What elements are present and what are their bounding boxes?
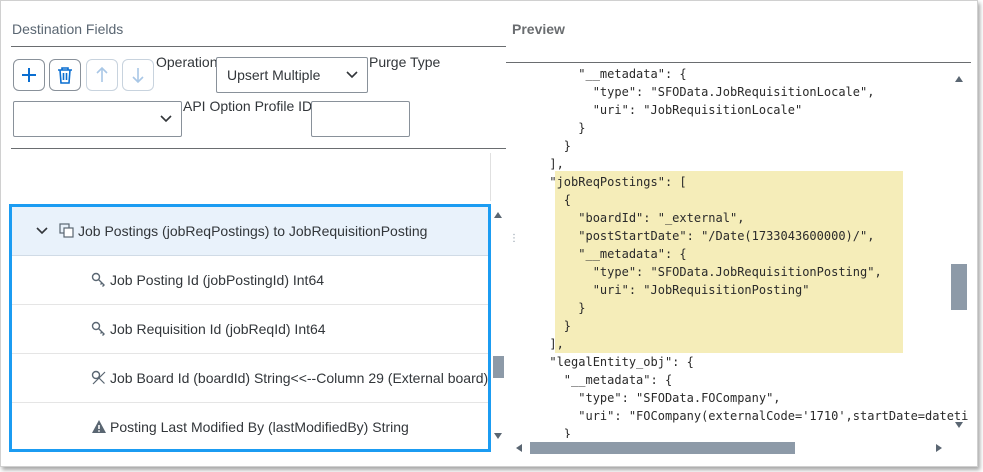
code-line: "__metadata": { bbox=[506, 67, 687, 81]
destination-fields-panel: Destination Fields Operation Upsert Mult… bbox=[1, 1, 506, 466]
purge-type-select[interactable] bbox=[13, 101, 182, 137]
api-option-profile-input[interactable] bbox=[311, 101, 410, 137]
code-line: } bbox=[506, 121, 586, 135]
warning-icon bbox=[90, 418, 108, 436]
preview-vertical-scrollbar[interactable] bbox=[951, 71, 967, 436]
delete-button[interactable] bbox=[49, 59, 81, 91]
operation-label: Operation bbox=[156, 54, 218, 70]
code-line: "type": "SFOData.JobRequisitionLocale", bbox=[506, 85, 875, 99]
scroll-left-icon[interactable] bbox=[516, 444, 522, 452]
tree-node-label: Job Postings (jobReqPostings) to JobRequ… bbox=[78, 223, 428, 239]
tree-scrollbar-thumb[interactable] bbox=[493, 356, 504, 378]
code-line: ], bbox=[506, 157, 564, 171]
tree-node-job-postings[interactable]: Job Postings (jobReqPostings) to JobRequ… bbox=[12, 207, 488, 256]
operation-value: Upsert Multiple bbox=[227, 67, 321, 83]
code-line: "legalEntity_obj": { bbox=[506, 355, 694, 369]
code-line: } bbox=[506, 319, 572, 333]
key-icon bbox=[90, 271, 108, 289]
arrow-up-icon bbox=[96, 66, 108, 82]
toolbar-divider bbox=[11, 148, 506, 149]
code-line: ], bbox=[506, 337, 564, 351]
scroll-down-icon[interactable] bbox=[955, 422, 963, 428]
scroll-right-icon[interactable] bbox=[936, 444, 942, 452]
mapped-key-icon bbox=[90, 369, 108, 387]
key-icon bbox=[90, 320, 108, 338]
column-separator bbox=[490, 153, 491, 201]
operation-select[interactable]: Upsert Multiple bbox=[216, 57, 368, 93]
preview-code: "__metadata": { "type": "SFOData.JobRequ… bbox=[506, 63, 969, 438]
tree-row-label: Posting Last Modified By (lastModifiedBy… bbox=[110, 419, 409, 435]
trash-icon bbox=[58, 67, 72, 84]
purge-type-label: Purge Type bbox=[369, 54, 441, 70]
destination-fields-title: Destination Fields bbox=[12, 21, 124, 37]
tree-row-label: Job Posting Id (jobPostingId) Int64 bbox=[110, 272, 325, 288]
code-line: "uri": "JobRequisitionPosting" bbox=[506, 283, 810, 297]
tree-row[interactable]: Job Board Id (boardId) String<<--Column … bbox=[12, 354, 488, 403]
code-line: } bbox=[506, 301, 586, 315]
code-line: "__metadata": { bbox=[506, 373, 673, 387]
chevron-down-icon bbox=[151, 115, 181, 123]
code-line: "__metadata": { bbox=[506, 247, 687, 261]
mapping-window: Destination Fields Operation Upsert Mult… bbox=[0, 0, 978, 467]
chevron-down-icon bbox=[337, 71, 367, 79]
tree-scrollbar[interactable] bbox=[491, 204, 505, 452]
copy-icon bbox=[58, 222, 76, 240]
preview-vertical-scrollbar-thumb[interactable] bbox=[951, 264, 967, 310]
scroll-up-icon[interactable] bbox=[955, 76, 963, 82]
preview-panel: ⋮ Preview "__metadata": { "type": "SFODa… bbox=[506, 1, 977, 466]
preview-horizontal-scrollbar-thumb[interactable] bbox=[530, 442, 795, 454]
arrow-down-icon bbox=[132, 68, 144, 84]
move-up-button[interactable] bbox=[86, 59, 118, 91]
code-line: { bbox=[506, 193, 572, 207]
chevron-down-icon[interactable] bbox=[12, 227, 48, 235]
tree-row[interactable]: Job Requisition Id (jobReqId) Int64 bbox=[12, 305, 488, 354]
code-line: "jobReqPostings": [ bbox=[506, 175, 687, 189]
move-down-button[interactable] bbox=[122, 59, 154, 91]
tree-row[interactable]: Posting Last Modified By (lastModifiedBy… bbox=[12, 403, 488, 449]
code-line: "postStartDate": "/Date(1733043600000)/"… bbox=[506, 229, 875, 243]
preview-horizontal-scrollbar[interactable] bbox=[510, 438, 947, 456]
scroll-down-icon[interactable] bbox=[494, 433, 502, 439]
code-line: "uri": "FOCompany(externalCode='1710',st… bbox=[506, 409, 969, 423]
tree-row-label: Job Requisition Id (jobReqId) Int64 bbox=[110, 321, 326, 337]
code-line: } bbox=[506, 427, 572, 438]
code-line: "boardId": "_external", bbox=[506, 211, 745, 225]
code-line: "type": "SFOData.FOCompany", bbox=[506, 391, 781, 405]
code-line: } bbox=[506, 139, 572, 153]
tree-row[interactable]: Job Posting Id (jobPostingId) Int64 bbox=[12, 256, 488, 305]
destination-fields-tree: Job Postings (jobReqPostings) to JobRequ… bbox=[9, 204, 491, 452]
scroll-up-icon[interactable] bbox=[494, 212, 502, 218]
code-line: "uri": "JobRequisitionLocale" bbox=[506, 103, 803, 117]
code-line: "type": "SFOData.JobRequisitionPosting", bbox=[506, 265, 882, 279]
title-divider bbox=[11, 46, 506, 47]
api-option-profile-label: API Option Profile ID bbox=[183, 98, 313, 114]
tree-row-label: Job Board Id (boardId) String<<--Column … bbox=[109, 370, 488, 386]
add-button[interactable] bbox=[13, 59, 45, 91]
preview-title: Preview bbox=[512, 21, 565, 37]
plus-icon bbox=[22, 68, 36, 82]
